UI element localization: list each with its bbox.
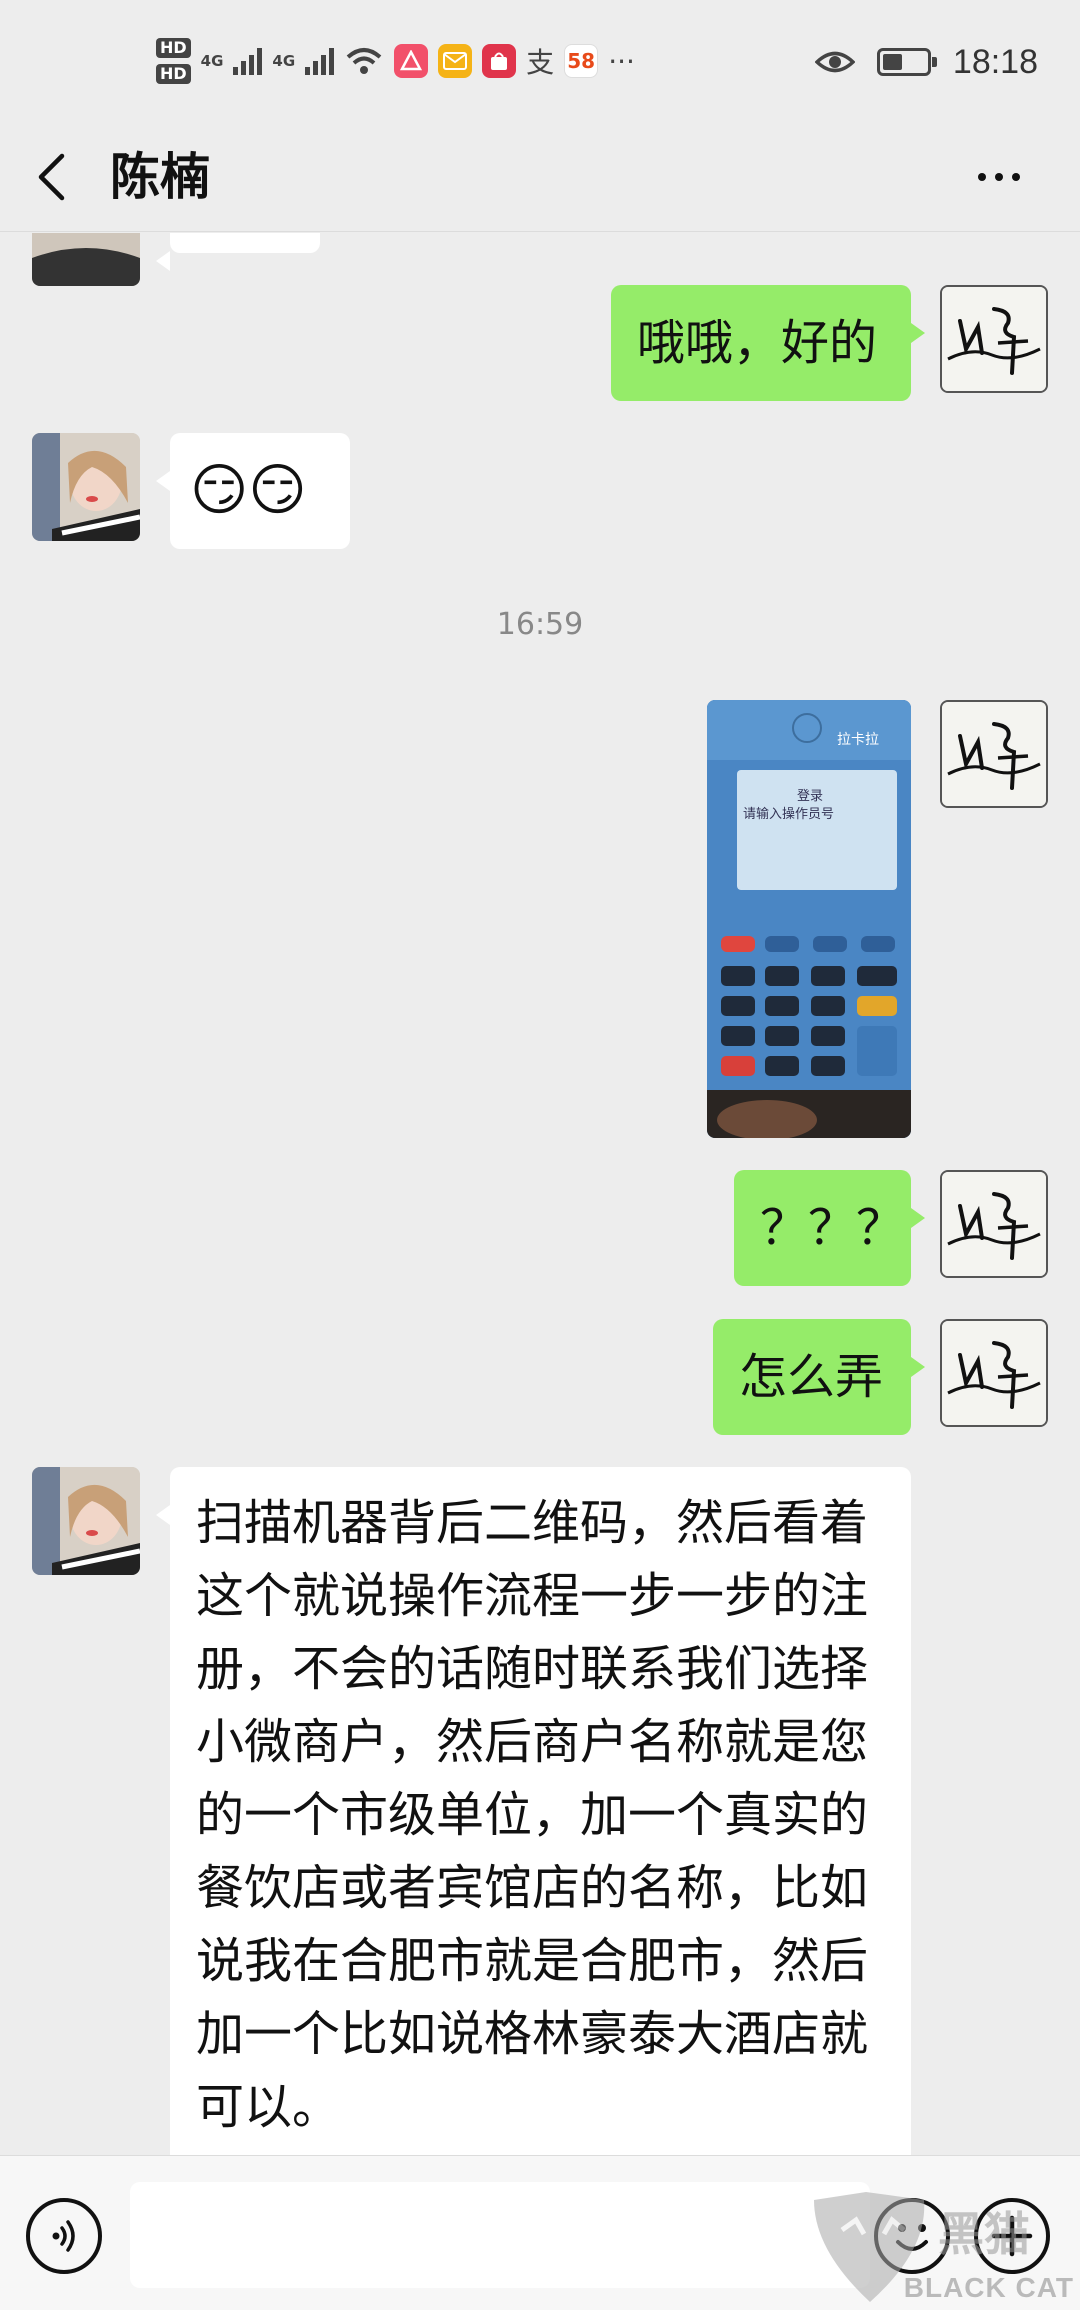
signal-icon-1	[233, 47, 263, 75]
message-line: 餐饮店或者宾馆店的名称，比如	[196, 1860, 869, 1916]
signature-avatar-icon	[942, 1321, 1046, 1425]
message-line: 小微商户，然后商户名称就是您	[196, 1714, 869, 1770]
my-avatar[interactable]	[940, 1319, 1048, 1427]
contact-photo-icon	[32, 1467, 140, 1575]
signature-avatar-icon	[942, 702, 1046, 806]
page-title: 陈楠	[110, 148, 210, 206]
message-line: 的一个市级单位，加一个真实的	[196, 1787, 869, 1843]
chat-header: 陈楠	[0, 122, 1080, 232]
pos-screen-prompt: 请输入操作员号	[743, 806, 834, 822]
more-dot-icon	[995, 173, 1003, 181]
contact-avatar[interactable]	[32, 433, 140, 541]
message-line: 这个就说操作流程一步一步的注	[196, 1568, 869, 1624]
hd-sim1-badge: HD	[156, 38, 191, 58]
contact-avatar[interactable]	[32, 1467, 140, 1575]
more-dot-icon	[978, 173, 986, 181]
my-message-bubble[interactable]: 哦哦，好的	[611, 285, 925, 401]
status-time: 18:18	[952, 42, 1038, 81]
message-line: 可以。	[196, 2079, 341, 2135]
message-text: 怎么弄	[739, 1349, 884, 1405]
signature-avatar-icon	[942, 287, 1046, 391]
hd-indicators: HD HD	[156, 38, 191, 84]
voice-icon	[52, 2220, 75, 2252]
message-list[interactable]: 哦哦，好的 😏😏 16:59 拉卡拉 登录 请输入操作员号 ？？？ 怎么弄 扫描…	[0, 233, 1080, 2155]
pos-terminal-photo[interactable]: 拉卡拉 登录 请输入操作员号	[707, 700, 911, 1138]
contact-avatar[interactable]	[32, 233, 140, 286]
watermark-text: BLACK CAT	[903, 2272, 1074, 2303]
battery-icon	[876, 48, 937, 76]
message-line: 说我在合肥市就是合肥市，然后	[196, 1933, 869, 1989]
mail-icon	[438, 44, 473, 78]
hd-sim2-badge: HD	[156, 64, 191, 84]
pos-brand-label: 拉卡拉	[837, 732, 879, 748]
alipay-icon: 支	[526, 46, 555, 79]
status-bar: HD HD 4G 4G 支 58 ··· 18:18	[0, 0, 1080, 122]
message-text: 哦哦，好的	[637, 315, 878, 371]
contact-photo-icon	[32, 433, 140, 541]
voice-input-button[interactable]	[26, 2198, 102, 2274]
partial-message-bubble[interactable]	[156, 233, 320, 271]
more-dot-icon	[1012, 173, 1020, 181]
my-avatar[interactable]	[940, 285, 1048, 393]
my-message-bubble[interactable]: ？？？	[734, 1170, 925, 1286]
back-button[interactable]	[36, 144, 106, 210]
message-line: 扫描机器背后二维码，然后看着	[196, 1495, 869, 1551]
message-timestamp: 16:59	[496, 607, 584, 642]
signal-icon-2	[305, 47, 335, 75]
message-line: 加一个比如说格林豪泰大酒店就	[196, 2006, 869, 2062]
message-input[interactable]	[130, 2182, 870, 2288]
emoji-text: 😏😏	[190, 458, 307, 523]
wifi-icon	[346, 48, 382, 74]
status-icons-right: 18:18	[814, 32, 1038, 92]
more-options-button[interactable]	[964, 144, 1034, 210]
message-line: 册，不会的话随时联系我们选择	[196, 1641, 869, 1697]
network-type-2: 4G	[272, 52, 296, 70]
message-text: ？？？	[760, 1200, 905, 1256]
more-notifications-icon: ···	[608, 44, 635, 78]
chevron-left-icon	[38, 153, 65, 201]
pos-terminal-image: 拉卡拉 登录 请输入操作员号	[707, 700, 911, 1138]
contact-message-bubble[interactable]: 扫描机器背后二维码，然后看着 这个就说操作流程一步一步的注 册，不会的话随时联系…	[156, 1467, 911, 2155]
my-avatar[interactable]	[940, 700, 1048, 808]
app-58-icon: 58	[564, 44, 599, 78]
my-avatar[interactable]	[940, 1170, 1048, 1278]
battery-level	[882, 54, 902, 70]
signature-avatar-icon	[942, 1172, 1046, 1276]
status-icons-left: HD HD 4G 4G 支 58 ···	[156, 30, 635, 92]
my-message-bubble[interactable]: 怎么弄	[713, 1319, 925, 1435]
pos-screen-title: 登录	[797, 789, 823, 804]
contact-message-bubble[interactable]: 😏😏	[156, 433, 350, 549]
network-type-1: 4G	[200, 52, 224, 70]
watermark-cn-text: 黑猫	[938, 2207, 1030, 2261]
app-notification-icon	[394, 44, 429, 78]
shopping-bag-icon	[482, 44, 517, 78]
eye-comfort-icon	[814, 51, 855, 73]
black-cat-watermark: 黑猫 BLACK CAT	[806, 2190, 1080, 2310]
